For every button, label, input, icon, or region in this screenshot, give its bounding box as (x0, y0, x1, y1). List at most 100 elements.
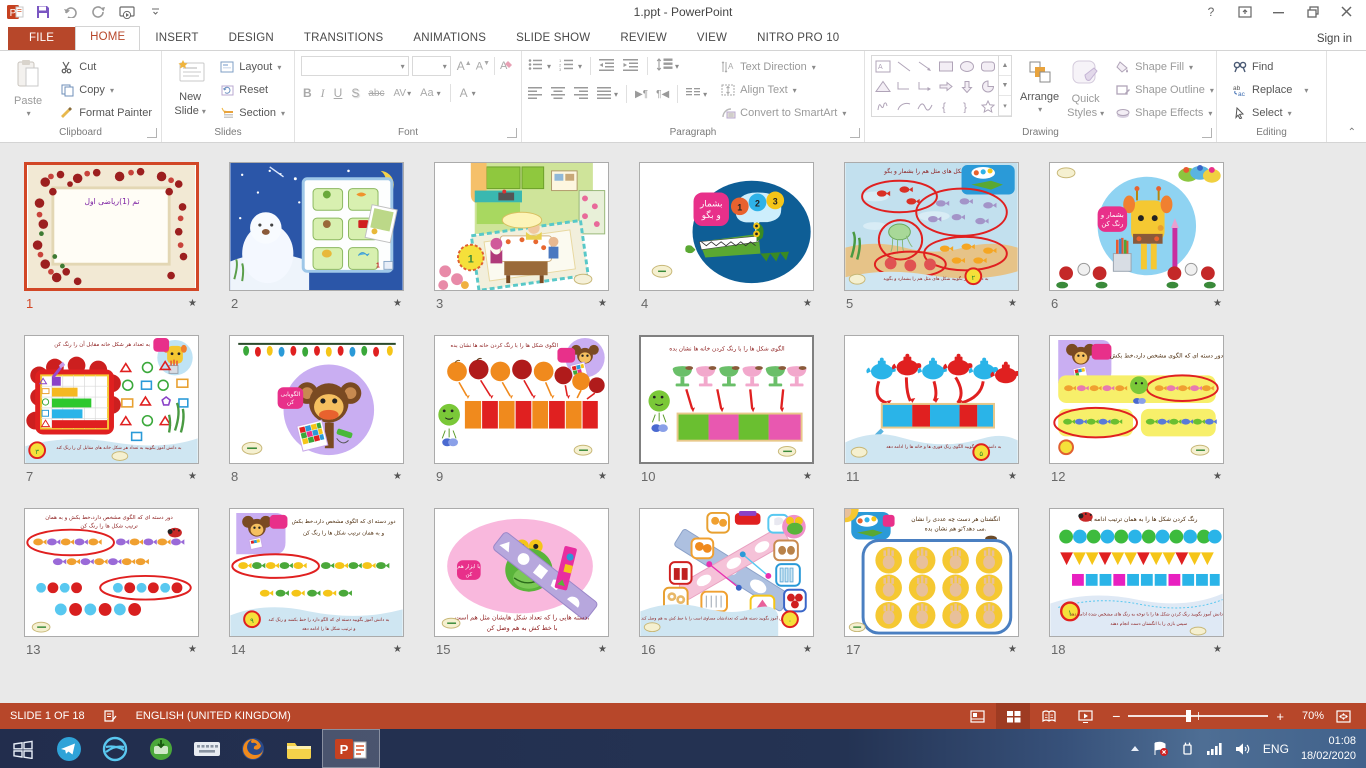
slide-thumbnail-16[interactable]: به دانش آموز بگویید دسته هایی که تعدادشا… (639, 508, 814, 637)
underline-button[interactable]: U (334, 86, 343, 100)
zoom-slider[interactable] (1128, 715, 1268, 717)
slide-thumbnail-10[interactable]: الگوی شکل ها را با رنگ کردن خانه ها نشان… (639, 335, 814, 464)
reading-view-button[interactable] (1032, 703, 1066, 729)
zoom-out-button[interactable]: − (1112, 708, 1120, 724)
replace-button[interactable]: abacReplace▾ (1229, 80, 1311, 100)
slide-thumbnail-18[interactable]: رنگ کردن شکل ها را به همان ترتیب ادامه ب… (1049, 508, 1224, 637)
slide-thumbnail-8[interactable]: الگویابی کن (229, 335, 404, 464)
spell-check-icon[interactable] (103, 709, 118, 723)
cut-button[interactable]: Cut (56, 57, 155, 77)
slide-thumbnail-6[interactable]: بشمار و رنگ کن (1049, 162, 1224, 291)
clear-formatting-button[interactable]: A (499, 58, 515, 74)
add-remove-columns-button[interactable] (686, 87, 701, 102)
font-name-combo[interactable]: ▾ (301, 56, 409, 76)
drawing-dialog-launcher[interactable] (1202, 128, 1212, 138)
slide-thumbnail-17[interactable]: انگشتان هر دست چه عددی را نشان می دهد؟تو… (844, 508, 1019, 637)
decrease-indent-button[interactable] (599, 59, 615, 74)
language-indicator[interactable]: ENGLISH (UNITED KINGDOM) (136, 710, 291, 722)
increase-indent-button[interactable] (623, 59, 639, 74)
select-button[interactable]: Select▾ (1229, 103, 1311, 123)
tray-volume-icon[interactable] (1235, 742, 1251, 756)
save-button[interactable] (34, 4, 52, 20)
slide-thumbnail-7[interactable]: به تعداد هر شکل خانه مقابل آن را رنگ کن (24, 335, 199, 464)
slide-thumbnail-9[interactable]: الگوی شکل ها را با رنگ کردن خانه ها نشان… (434, 335, 609, 464)
bold-button[interactable]: B (303, 86, 312, 100)
font-size-combo[interactable]: ▾ (412, 56, 451, 76)
copy-button[interactable]: Copy▾ (56, 80, 155, 100)
slide-thumbnail-15[interactable]: با ابزار هم کن دسته هایی را که تعداد شکل… (434, 508, 609, 637)
tab-view[interactable]: VIEW (682, 27, 742, 50)
numbering-button[interactable]: 123 (559, 58, 576, 74)
section-button[interactable]: Section▾ (216, 103, 288, 123)
slide-thumbnail-4[interactable]: 1 2 3 (639, 162, 814, 291)
italic-button[interactable]: I (321, 86, 325, 101)
format-painter-button[interactable]: Format Painter (56, 103, 155, 123)
slide-thumbnail-13[interactable]: دور دسته ای که الگوی مشخص دارد،خط بکش و … (24, 508, 199, 637)
slide-thumbnail-14[interactable]: دور دسته ای که الگوی مشخص دارد،خط بکش و … (229, 508, 404, 637)
font-color-button[interactable]: A (460, 86, 468, 100)
taskbar-idm-icon[interactable] (138, 729, 184, 768)
align-text-button[interactable]: Align Text▾ (717, 80, 849, 100)
character-spacing-button[interactable]: AV▾ (393, 88, 411, 99)
tab-transitions[interactable]: TRANSITIONS (289, 27, 399, 50)
tray-show-hidden-icons-button[interactable] (1130, 745, 1140, 752)
change-case-button[interactable]: Aa (420, 87, 433, 99)
zoom-percentage[interactable]: 70% (1294, 710, 1324, 722)
close-button[interactable] (1332, 2, 1362, 22)
align-center-button[interactable] (551, 87, 566, 102)
paste-dropdown-arrow[interactable]: ▾ (27, 109, 31, 118)
rtl-text-direction-button[interactable]: ¶◀ (656, 89, 669, 100)
tray-language-indicator[interactable]: ENG (1263, 742, 1289, 756)
line-spacing-button[interactable] (656, 58, 673, 74)
start-button[interactable] (0, 729, 46, 768)
help-button[interactable]: ? (1196, 2, 1226, 22)
strikethrough-button[interactable]: abc (368, 88, 384, 99)
taskbar-powerpoint-button[interactable]: P (322, 729, 380, 768)
new-slide-button[interactable]: New Slide▾ (168, 55, 212, 118)
quick-styles-button[interactable]: Quick Styles▾ (1067, 55, 1104, 120)
copy-dropdown-arrow[interactable]: ▾ (110, 86, 114, 95)
minimize-button[interactable] (1264, 2, 1294, 22)
normal-view-button[interactable] (960, 703, 994, 729)
find-button[interactable]: Find (1229, 57, 1311, 77)
font-dialog-launcher[interactable] (507, 128, 517, 138)
layout-button[interactable]: Layout▾ (216, 57, 288, 77)
shape-effects-button[interactable]: Shape Effects▾ (1112, 103, 1217, 123)
tab-design[interactable]: DESIGN (214, 27, 289, 50)
tab-nitro-pro[interactable]: NITRO PRO 10 (742, 27, 854, 50)
convert-to-smartart-button[interactable]: Convert to SmartArt▾ (717, 103, 849, 123)
tray-network-icon[interactable] (1206, 742, 1223, 755)
fit-slide-to-window-button[interactable] (1326, 703, 1360, 729)
tab-slide-show[interactable]: SLIDE SHOW (501, 27, 605, 50)
zoom-in-button[interactable]: + (1276, 709, 1284, 724)
align-right-button[interactable] (574, 87, 589, 102)
slide-thumbnail-2[interactable]: 1 (229, 162, 404, 291)
justify-button[interactable] (597, 87, 612, 102)
tab-review[interactable]: REVIEW (605, 27, 682, 50)
collapse-ribbon-button[interactable]: ⌃ (1348, 127, 1356, 138)
slide-thumbnail-12[interactable]: دور دسته ای که الگوی مشخص دارد،خط بکش (1049, 335, 1224, 464)
taskbar-file-explorer-icon[interactable] (276, 729, 322, 768)
slide-sorter-view-button[interactable] (996, 703, 1030, 729)
increase-font-size-button[interactable]: A▲ (457, 59, 472, 73)
arrange-button[interactable]: Arrange ▾ (1020, 55, 1059, 114)
zoom-slider-thumb[interactable] (1186, 710, 1191, 722)
tray-action-center-icon[interactable] (1152, 741, 1168, 756)
restore-button[interactable] (1298, 2, 1328, 22)
undo-button[interactable] (62, 4, 80, 20)
shapes-gallery-scrollbar[interactable]: ▲▼▾ (999, 55, 1012, 117)
paste-button[interactable]: Paste ▾ (6, 55, 50, 118)
tab-home[interactable]: HOME (75, 26, 140, 50)
sign-in-link[interactable]: Sign in (1317, 33, 1352, 45)
taskbar-telegram-icon[interactable] (46, 729, 92, 768)
customize-qat-button[interactable] (146, 4, 164, 20)
taskbar-firefox-icon[interactable] (230, 729, 276, 768)
taskbar-internet-explorer-icon[interactable] (92, 729, 138, 768)
clipboard-dialog-launcher[interactable] (147, 128, 157, 138)
taskbar-onscreen-keyboard-icon[interactable] (184, 729, 230, 768)
shape-outline-button[interactable]: Shape Outline▾ (1112, 80, 1217, 100)
tray-power-icon[interactable] (1180, 741, 1194, 756)
reset-button[interactable]: Reset (216, 80, 288, 100)
shapes-gallery[interactable]: A { (871, 55, 999, 117)
tab-insert[interactable]: INSERT (140, 27, 213, 50)
